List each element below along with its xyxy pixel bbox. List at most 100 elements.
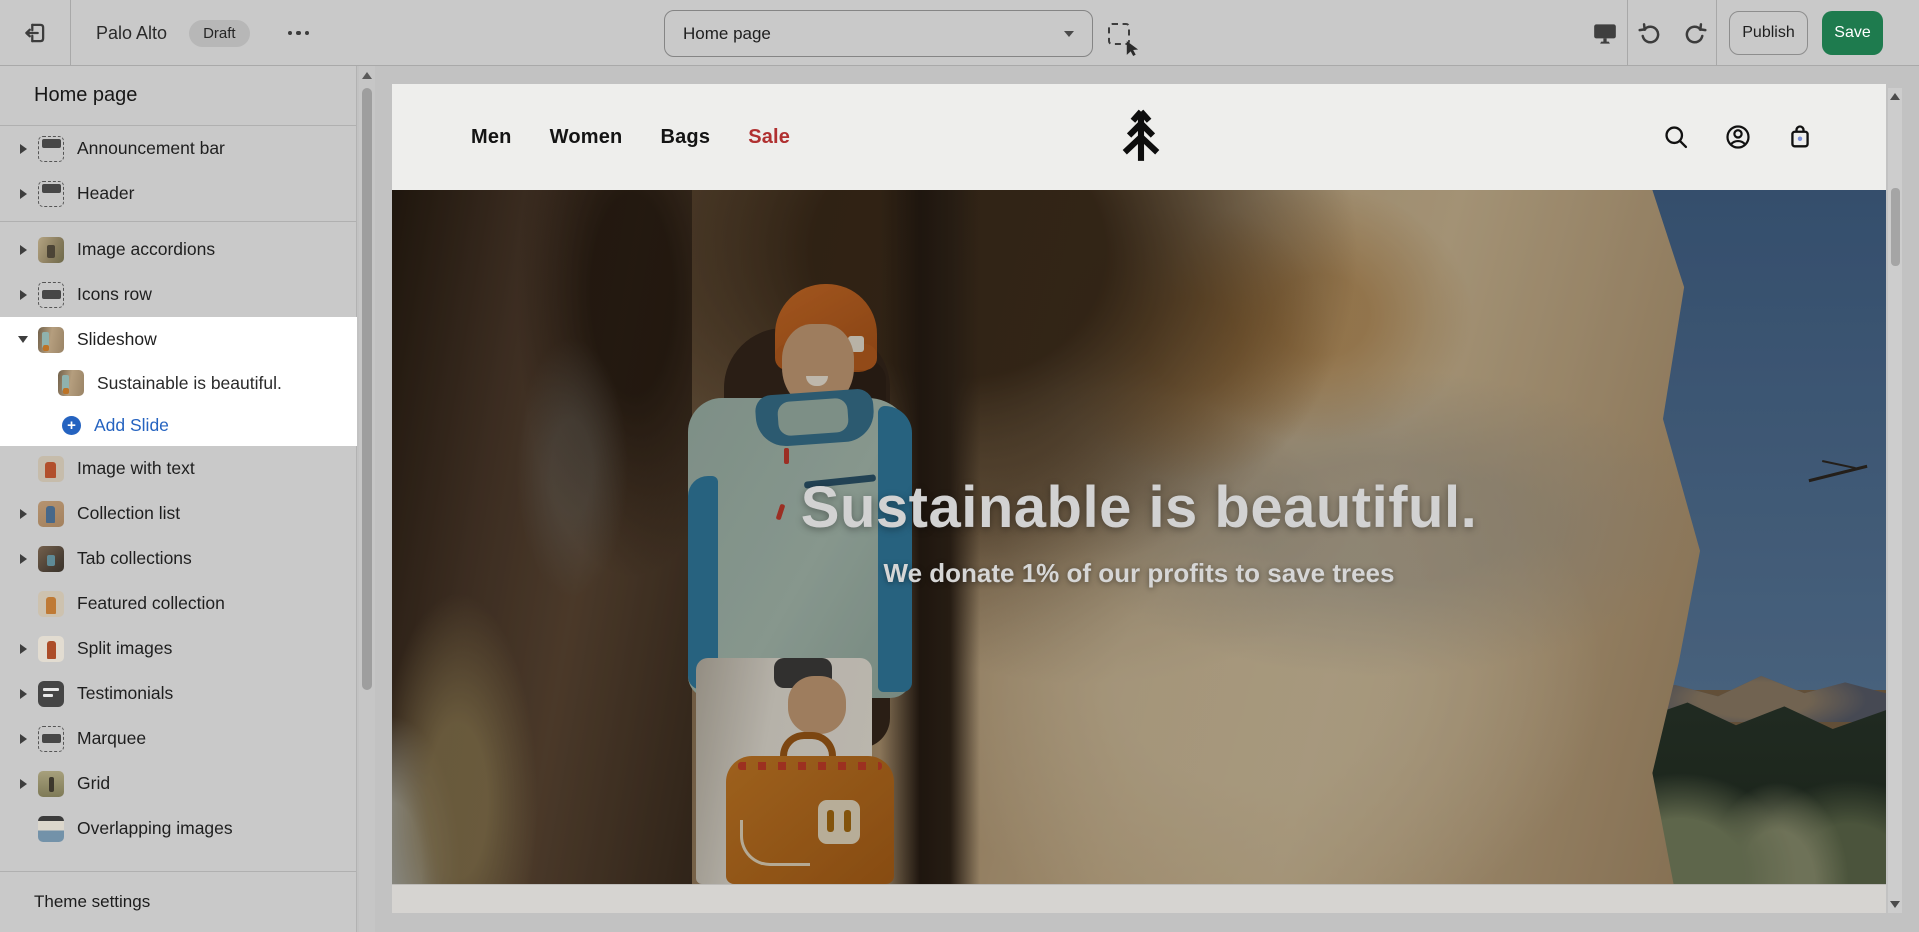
sidebar-section-overlapping-images[interactable]: Overlapping images — [0, 806, 356, 851]
chevron-right-icon[interactable] — [14, 509, 32, 519]
sidebar-scrollbar-thumb[interactable] — [362, 88, 372, 690]
cursor-icon — [1125, 40, 1140, 56]
scroll-down-arrow-icon[interactable] — [1890, 901, 1900, 908]
sidebar-block-sustainable-is-beautiful[interactable]: Sustainable is beautiful. — [0, 362, 356, 404]
sidebar-section-marquee[interactable]: Marquee — [0, 716, 356, 761]
slideshow-section[interactable]: Sustainable is beautiful. We donate 1% o… — [392, 190, 1886, 884]
preview-scrollbar-thumb[interactable] — [1891, 188, 1900, 266]
nav-link-sale[interactable]: Sale — [748, 126, 790, 149]
page-selector-dropdown[interactable]: Home page — [664, 10, 1093, 57]
chevron-right-icon[interactable] — [14, 554, 32, 564]
sidebar-section-announcement-bar[interactable]: Announcement bar — [0, 126, 356, 171]
section-label: Grid — [77, 773, 110, 794]
undo-button[interactable] — [1628, 0, 1672, 66]
sidebar-section-slideshow[interactable]: Slideshow — [0, 317, 356, 362]
redo-icon — [1681, 20, 1708, 47]
photo-slide-icon — [58, 370, 84, 396]
chevron-right-icon[interactable] — [14, 689, 32, 699]
list-divider — [0, 221, 356, 222]
store-logo-button[interactable] — [1120, 106, 1162, 166]
section-label: Image accordions — [77, 239, 215, 260]
hero-heading: Sustainable is beautiful. — [392, 474, 1886, 541]
save-button[interactable]: Save — [1822, 11, 1883, 55]
cart-bag-icon — [1786, 123, 1814, 151]
photo-accordions-icon — [38, 237, 64, 263]
section-label: Featured collection — [77, 593, 225, 614]
cart-button[interactable] — [1786, 123, 1814, 151]
sidebar-section-split-images[interactable]: Split images — [0, 626, 356, 671]
chevron-right-icon[interactable] — [14, 144, 32, 154]
search-button[interactable] — [1662, 123, 1690, 151]
search-icon — [1662, 123, 1690, 151]
nav-link-women[interactable]: Women — [550, 126, 623, 149]
preview-scrollbar[interactable] — [1888, 88, 1902, 913]
publish-button[interactable]: Publish — [1729, 11, 1808, 55]
storefront-nav-links: Men Women Bags Sale — [471, 126, 790, 149]
scroll-up-arrow-icon[interactable] — [362, 72, 372, 79]
desktop-view-button[interactable] — [1583, 0, 1627, 66]
add-slide-button[interactable]: +Add Slide — [0, 404, 356, 446]
account-button[interactable] — [1724, 123, 1752, 151]
storefront-header: Men Women Bags Sale — [392, 84, 1886, 190]
theme-settings-label: Theme settings — [34, 892, 150, 912]
section-label: Tab collections — [77, 548, 192, 569]
section-mid-bar-icon — [38, 282, 64, 308]
undo-icon — [1637, 20, 1664, 47]
photo-collection-list-icon — [38, 501, 64, 527]
sidebar-section-icons-row[interactable]: Icons row — [0, 272, 356, 317]
chevron-right-icon[interactable] — [14, 779, 32, 789]
card-testimonials-icon — [38, 681, 64, 707]
chevron-right-icon[interactable] — [14, 734, 32, 744]
scroll-up-arrow-icon[interactable] — [1890, 93, 1900, 100]
section-label: Slideshow — [77, 329, 157, 350]
block-label: Sustainable is beautiful. — [97, 373, 282, 394]
sidebar-section-testimonials[interactable]: Testimonials — [0, 671, 356, 716]
section-label: Collection list — [77, 503, 180, 524]
sidebar-section-image-accordions[interactable]: Image accordions — [0, 227, 356, 272]
topbar-divider — [70, 0, 71, 66]
section-label: Icons row — [77, 284, 152, 305]
section-label: Marquee — [77, 728, 146, 749]
sidebar-section-image-with-text[interactable]: Image with text — [0, 446, 356, 491]
nav-link-bags[interactable]: Bags — [660, 126, 710, 149]
sidebar-page-title: Home page — [0, 66, 356, 126]
redo-button[interactable] — [1672, 0, 1716, 66]
photo-split-icon — [38, 636, 64, 662]
storefront-preview: Men Women Bags Sale — [392, 84, 1886, 913]
section-label: Testimonials — [77, 683, 173, 704]
photo-image-text-icon — [38, 456, 64, 482]
theme-settings-button[interactable]: Theme settings — [0, 871, 356, 932]
dot-icon — [288, 31, 293, 36]
next-section-strip — [392, 884, 1886, 913]
sections-sidebar: Home page Announcement bar Header Image ac… — [0, 66, 357, 932]
sidebar-section-tab-collections[interactable]: Tab collections — [0, 536, 356, 581]
chevron-right-icon[interactable] — [14, 644, 32, 654]
chevron-right-icon[interactable] — [14, 189, 32, 199]
select-element-button[interactable] — [1108, 23, 1138, 53]
chevron-right-icon[interactable] — [14, 290, 32, 300]
photo-grid-icon — [38, 771, 64, 797]
sidebar-section-header[interactable]: Header — [0, 171, 356, 216]
plus-circle-icon: + — [62, 416, 81, 435]
hero-text-overlay: Sustainable is beautiful. We donate 1% o… — [392, 190, 1886, 884]
photo-tab-collections-icon — [38, 546, 64, 572]
more-options-button[interactable] — [282, 25, 316, 42]
sidebar-section-featured-collection[interactable]: Featured collection — [0, 581, 356, 626]
section-top-bar-icon — [38, 136, 64, 162]
section-list: Announcement bar Header Image accordions Ic… — [0, 126, 356, 851]
chevron-right-icon[interactable] — [14, 245, 32, 255]
pine-tree-logo-icon — [1120, 106, 1162, 166]
section-label: Image with text — [77, 458, 195, 479]
sidebar-section-grid[interactable]: Grid — [0, 761, 356, 806]
photo-featured-icon — [38, 591, 64, 617]
sidebar-scrollbar[interactable] — [359, 66, 375, 932]
sidebar-section-collection-list[interactable]: Collection list — [0, 491, 356, 536]
chevron-down-icon[interactable] — [14, 336, 32, 343]
nav-link-men[interactable]: Men — [471, 126, 512, 149]
topbar-divider — [1716, 0, 1717, 66]
account-icon — [1724, 123, 1752, 151]
preview-canvas: Men Women Bags Sale — [376, 66, 1919, 932]
section-label: Announcement bar — [77, 138, 225, 159]
section-label: Overlapping images — [77, 818, 233, 839]
exit-editor-button[interactable] — [0, 0, 70, 66]
